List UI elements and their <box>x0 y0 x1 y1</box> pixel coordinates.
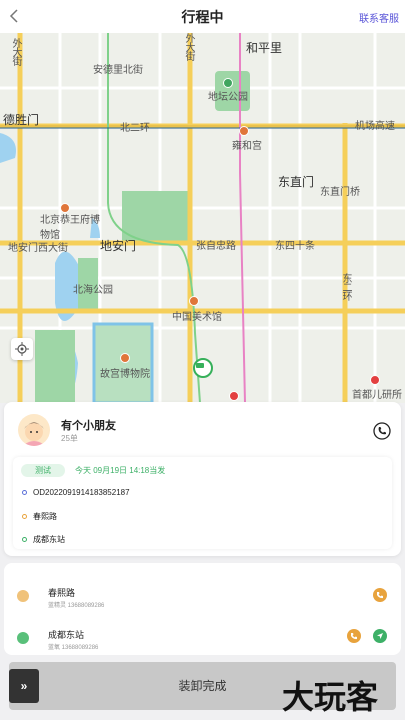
navigate-button[interactable] <box>373 629 387 643</box>
top-bar: 行程中 联系客服 <box>0 0 405 33</box>
end-location: 成都东站 <box>33 535 65 544</box>
map-label-dianmen: 地安门 <box>100 239 137 253</box>
map-label-airport: 机场高速 <box>355 121 395 132</box>
customer-name: 有个小朋友 <box>61 420 116 432</box>
map-label-gongwangfu: 北京恭王府博物馆 <box>40 215 100 241</box>
park-pin-icon <box>223 78 233 88</box>
order-detail-panel: 测试 今天 09月19日 14:18当发 OD20220919141838521… <box>13 457 392 549</box>
map-label-shoudu: 首都儿研所 <box>352 390 402 401</box>
crosshair-icon <box>15 342 29 356</box>
order-dot-icon <box>22 490 27 495</box>
map-label-dongzhimen: 东直门 <box>278 175 315 189</box>
waypoint-name: 成都东站 <box>48 630 85 640</box>
map-label-waidajie-east: 外大街 <box>183 33 194 60</box>
end-dot-icon <box>22 537 27 542</box>
map-label-beihai: 北海公园 <box>73 285 113 296</box>
waypoint-contact: 蓝精灵 13688089286 <box>48 603 105 609</box>
map-view[interactable]: 和平里 安德里北街 地坛公园 德胜门 北二环 机场高速 雍和宫 东直门 东直门桥… <box>0 33 405 403</box>
driver-location-icon <box>193 358 213 378</box>
map-label-yonghegong: 雍和宫 <box>232 141 262 152</box>
phone-icon <box>351 633 357 640</box>
watermark-logo: 大玩客 <box>282 678 379 716</box>
map-label-dongsi: 东四十条 <box>275 241 315 252</box>
map-label-dianmen-west: 地安门西大街 <box>8 243 68 254</box>
start-row: 春熙路 <box>22 511 57 522</box>
back-arrow-icon[interactable] <box>6 7 24 25</box>
palace-pin-icon <box>120 353 130 363</box>
slider-handle[interactable]: » <box>9 669 39 703</box>
start-location: 春熙路 <box>33 512 57 521</box>
status-badge: 测试 <box>21 464 65 477</box>
waypoint-name: 春熙路 <box>48 588 76 598</box>
call-button[interactable] <box>373 588 387 602</box>
contact-service-link[interactable]: 联系客服 <box>359 10 399 25</box>
order-card: 有个小朋友 25单 测试 今天 09月19日 14:18当发 OD2022091… <box>4 402 401 556</box>
map-label-zhangzizhong: 张自忠路 <box>196 241 236 252</box>
order-number: OD2022091914183852187 <box>33 488 130 497</box>
locate-me-button[interactable] <box>11 338 33 360</box>
gallery-pin-icon <box>189 296 199 306</box>
temple-pin-icon <box>239 126 249 136</box>
dropoff-icon <box>17 632 29 644</box>
pickup-icon <box>17 590 29 602</box>
start-dot-icon <box>22 514 27 519</box>
page-title: 行程中 <box>181 8 224 25</box>
phone-icon[interactable] <box>373 422 391 440</box>
waypoint-list: 春熙路 蓝精灵 13688089286 成都东站 蓝氧 13688089286 <box>4 563 401 655</box>
map-label-ditan: 地坛公园 <box>208 92 248 103</box>
hospital-pin-icon <box>370 375 380 385</box>
map-label-gugong: 故宫博物院 <box>100 369 150 380</box>
map-label-beierhuan: 北二环 <box>120 123 150 134</box>
hospital-pin-icon-2 <box>229 391 239 401</box>
map-label-dongzhimenqiao: 东直门桥 <box>320 187 360 198</box>
list-item: 成都东站 蓝氧 13688089286 <box>4 625 401 655</box>
call-button[interactable] <box>347 629 361 643</box>
order-number-row: OD2022091914183852187 <box>22 488 130 497</box>
navigation-arrow-icon <box>377 633 383 639</box>
waypoint-contact: 蓝氧 13688089286 <box>48 645 99 651</box>
map-label-dongerhuan: 东二环 <box>340 273 351 300</box>
customer-order-count: 25单 <box>61 434 78 443</box>
phone-icon <box>377 592 383 599</box>
avatar <box>18 414 50 446</box>
end-row: 成都东站 <box>22 534 65 545</box>
map-label-waidajie-west: 外大街 <box>10 38 21 65</box>
map-label-meishuguan: 中国美术馆 <box>172 312 222 323</box>
map-label-deshengmen: 德胜门 <box>3 113 40 127</box>
order-time: 今天 09月19日 14:18当发 <box>75 466 166 475</box>
museum-pin-icon <box>60 203 70 213</box>
map-label-hepingli: 和平里 <box>246 41 283 55</box>
list-item: 春熙路 蓝精灵 13688089286 <box>4 583 401 613</box>
app-screen: 行程中 联系客服 和平里 安德里北街 地坛公园 德胜门 北二环 机场高速 雍和宫… <box>0 0 405 720</box>
map-label-andeli: 安德里北街 <box>93 65 143 76</box>
